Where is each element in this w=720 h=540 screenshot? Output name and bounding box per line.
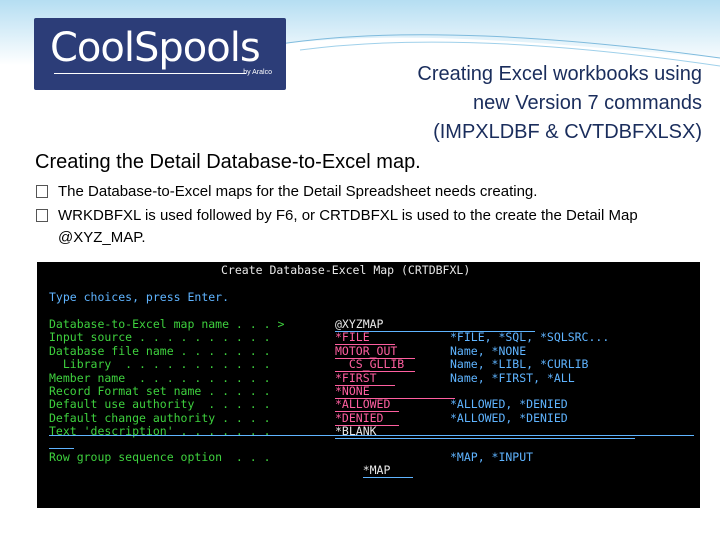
- field-label: Database-to-Excel map name . . . >: [49, 317, 285, 331]
- field-label: Member name . . . . . . . . . .: [49, 370, 271, 385]
- field-value[interactable]: *BLANK: [335, 425, 635, 440]
- field-label: Database file name . . . . . . .: [49, 343, 271, 358]
- field-hint: *FILE, *SQL, *SQLSRC...: [450, 330, 610, 345]
- terminal-prompt: Type choices, press Enter.: [49, 290, 230, 304]
- field-hint: *ALLOWED, *DENIED: [450, 397, 568, 412]
- terminal-screenshot: Create Database-Excel Map (CRTDBFXL) Typ…: [37, 262, 700, 508]
- field-label: Default use authority . . . . .: [49, 397, 271, 412]
- field-hint: Name, *NONE: [450, 343, 527, 358]
- field-label: Input source . . . . . . . . . .: [49, 330, 271, 345]
- terminal-separator: [49, 435, 694, 436]
- field-label: Record Format set name . . . . .: [49, 384, 271, 398]
- row-group-field[interactable]: *MAP: [335, 451, 413, 491]
- field-label: Text 'description' . . . . . . .: [49, 424, 271, 439]
- field-input[interactable]: *BLANK: [335, 425, 635, 440]
- bullet-text: The Database-to-Excel maps for the Detai…: [58, 183, 538, 200]
- coolspools-logo: CoolSpools by Aralco: [34, 18, 286, 90]
- title-line: new Version 7 commands: [472, 92, 702, 114]
- title-line: (IMPXLDBF & CVTDBFXLSX): [433, 121, 702, 143]
- bullet-item: WRKDBFXL is used followed by F6, or CRTD…: [36, 205, 720, 249]
- slide-title: Creating Excel workbooks using new Versi…: [282, 60, 702, 147]
- row-group-value[interactable]: *MAP: [362, 464, 413, 478]
- bullet-item: The Database-to-Excel maps for the Detai…: [36, 181, 720, 203]
- field-hint: Name, *LIBL, *CURLIB: [450, 357, 589, 372]
- field-hint: Name, *FIRST, *ALL: [450, 370, 575, 385]
- slide-subtitle: Creating the Detail Database-to-Excel ma…: [35, 151, 421, 173]
- terminal-separator-short: [49, 448, 74, 449]
- field-hint: *ALLOWED, *DENIED: [450, 410, 568, 425]
- bullet-text: WRKDBFXL is used followed by F6, or CRTD…: [58, 207, 638, 246]
- logo-underline: [54, 73, 246, 74]
- terminal-header: Create Database-Excel Map (CRTDBFXL): [221, 263, 471, 277]
- bullet-box-icon: [36, 185, 48, 198]
- row-group-label: Row group sequence option . . .: [49, 450, 271, 464]
- bullet-box-icon: [36, 209, 48, 222]
- bullet-list: The Database-to-Excel maps for the Detai…: [36, 181, 720, 251]
- field-label: Library . . . . . . . . . . .: [49, 357, 271, 372]
- logo-brand: CoolSpools: [50, 25, 261, 71]
- logo-byline: by Aralco: [243, 69, 272, 76]
- field-label: Default change authority . . . .: [49, 410, 271, 425]
- row-group-hint: *MAP, *INPUT: [450, 450, 534, 464]
- title-line: Creating Excel workbooks using: [417, 63, 702, 85]
